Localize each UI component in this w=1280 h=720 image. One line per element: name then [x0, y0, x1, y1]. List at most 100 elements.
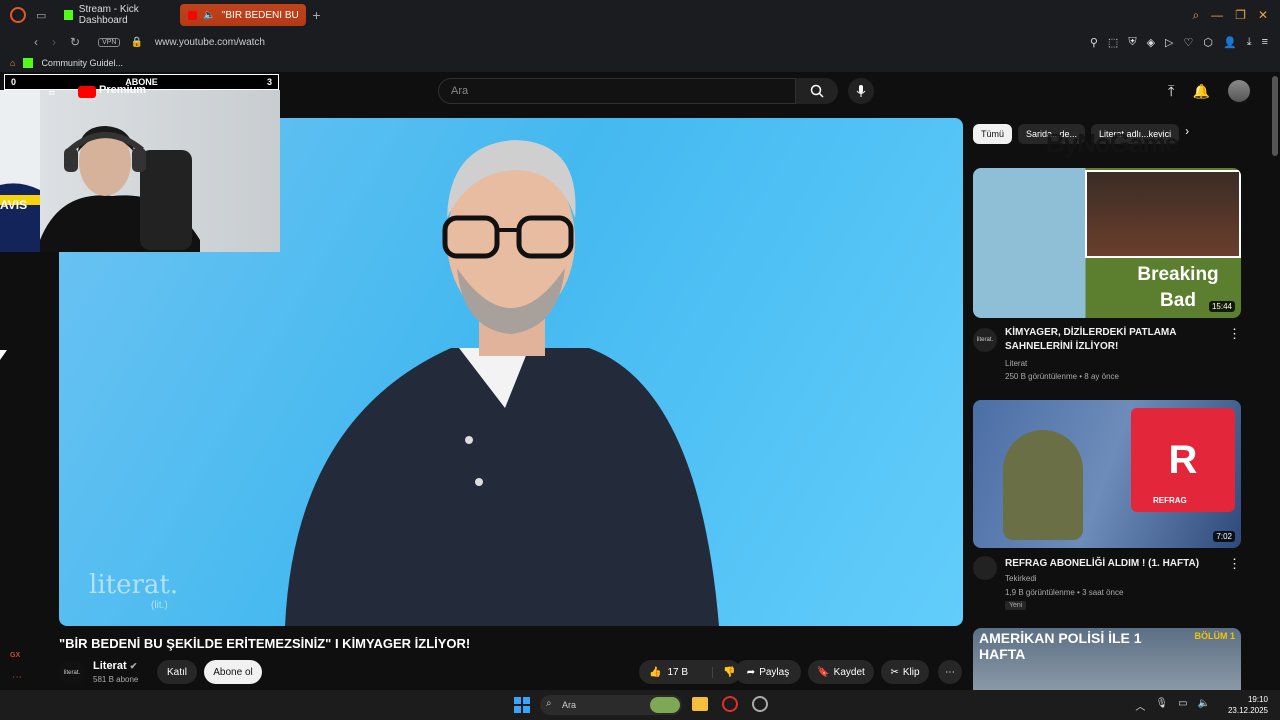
tab-kick-dashboard[interactable]: Stream - Kick Dashboard: [56, 4, 180, 26]
screen: ▭ Stream - Kick Dashboard 🔈 "BİR BEDENİ …: [0, 0, 1280, 720]
tab-youtube-video[interactable]: 🔈 "BİR BEDENİ BU ŞEKİ: [180, 4, 307, 26]
vpn-badge[interactable]: VPN: [98, 37, 121, 47]
chip-all[interactable]: Tümü: [973, 124, 1013, 144]
clock-time: 19:10: [1247, 695, 1268, 704]
sub-goal-current: 0: [11, 77, 17, 87]
youtube-icon: [188, 10, 198, 20]
profile-icon[interactable]: 👤: [1223, 36, 1237, 49]
save-button[interactable]: 🔖 Kaydet: [808, 660, 874, 684]
browser-tools: ⚲ ⬚ ⛨ ◈ ▷ ♡ ⬡ 👤 ⤓ ≡: [1090, 36, 1280, 49]
url-field[interactable]: www.youtube.com/watch: [155, 37, 265, 48]
opera-logo-icon[interactable]: [10, 7, 26, 23]
youtube-logo-icon[interactable]: [78, 86, 96, 98]
video-duration: 7:02: [1213, 531, 1235, 542]
video-thumbnail[interactable]: R REFRAG 7:02: [973, 400, 1241, 548]
pin-icon[interactable]: ⚲: [1090, 36, 1098, 49]
lock-icon: 🔒: [130, 36, 143, 48]
menu-icon[interactable]: ≡: [1262, 36, 1268, 49]
workspaces-icon[interactable]: ▭: [36, 9, 46, 22]
streamer-webcam: AVIS: [0, 90, 280, 252]
download-icon[interactable]: ⤓: [1247, 36, 1252, 49]
taskbar-search[interactable]: ⌕ Ara: [540, 695, 682, 715]
thumb-inset: [1085, 170, 1241, 258]
gx-icon[interactable]: GX: [10, 652, 20, 659]
item-menu-icon[interactable]: ⋮: [1228, 556, 1241, 572]
bookmark-folder-icon[interactable]: ⌂: [10, 58, 15, 68]
youtube-premium-label[interactable]: Premium: [99, 84, 146, 96]
verified-icon: ✔: [129, 661, 138, 671]
recommendation-item[interactable]: R REFRAG 7:02 REFRAG ABONELİĞİ ALDIM ! (…: [973, 400, 1241, 614]
maximize-button[interactable]: ❐: [1235, 8, 1246, 23]
join-button[interactable]: Katıl: [157, 660, 197, 684]
recommendation-title[interactable]: KİMYAGER, DİZİLERDEKİ PATLAMA SAHNELERİN…: [1005, 326, 1215, 354]
channel-name[interactable]: Literat ✔: [93, 660, 137, 672]
dislike-button[interactable]: 👎: [712, 666, 735, 678]
like-button[interactable]: 👍 17 B 👎: [639, 660, 741, 684]
opera-gx-taskbar-icon[interactable]: [752, 696, 768, 712]
header-actions: ⤒ 🔔: [1168, 80, 1250, 102]
recommendation-item[interactable]: Breaking Bad 15:44 literat. KİMYAGER, Dİ…: [973, 168, 1241, 388]
recommendation-title[interactable]: REFRAG ABONELİĞİ ALDIM ! (1. HAFTA): [1005, 557, 1215, 571]
sub-goal-target: 3: [266, 77, 272, 87]
channel-avatar[interactable]: literat.: [973, 328, 997, 352]
microphone-icon[interactable]: 🎙: [1155, 698, 1168, 713]
channel-subscribers: 581 B abone: [93, 675, 139, 684]
search-button[interactable]: [796, 78, 838, 104]
cube-icon[interactable]: ◈: [1147, 36, 1155, 49]
recommendation-item[interactable]: AMERİKAN POLİSİ İLE 1 HAFTA BÖLÜM 1: [973, 628, 1241, 690]
upload-icon[interactable]: ⤒: [1168, 83, 1175, 100]
taskbar-clock[interactable]: 19:10 23.12.2025: [1228, 694, 1268, 716]
minimize-button[interactable]: —: [1211, 8, 1223, 23]
file-explorer-icon[interactable]: [692, 697, 708, 711]
clip-button[interactable]: ✂ Klip: [881, 660, 929, 684]
voice-search-button[interactable]: [848, 78, 874, 104]
scissors-icon: ✂: [890, 666, 899, 678]
shield-icon[interactable]: ⛨: [1128, 36, 1136, 49]
new-badge: Yeni: [1005, 601, 1027, 610]
page-scrollbar[interactable]: [1272, 76, 1278, 156]
item-menu-icon[interactable]: ⋮: [1228, 326, 1241, 342]
notifications-bell-icon[interactable]: 🔔: [1193, 83, 1210, 100]
network-icon[interactable]: ▭: [1178, 698, 1187, 713]
account-avatar[interactable]: [1228, 80, 1250, 102]
subscribe-button[interactable]: Abone ol: [204, 660, 262, 684]
windows-taskbar: ⌕ Ara ︿ 🎙 ▭ 🔈 19:10 23.12.2025: [0, 690, 1280, 720]
video-thumbnail[interactable]: Breaking Bad 15:44: [973, 168, 1241, 318]
bookmarks-bar: ⌂ Community Guidel...: [0, 54, 1280, 72]
video-actions-row: literat. Literat ✔ 581 B abone Katıl Abo…: [59, 658, 963, 688]
channel-avatar[interactable]: literat.: [59, 660, 85, 686]
webcam-person: [0, 90, 200, 252]
system-tray: ︿ 🎙 ▭ 🔈: [1135, 698, 1210, 713]
reload-icon[interactable]: ↻: [70, 35, 80, 49]
chips-next-icon[interactable]: ›: [1185, 124, 1189, 144]
microphone-icon: [856, 85, 866, 97]
opera-taskbar-icon[interactable]: [722, 696, 738, 712]
back-icon[interactable]: ‹: [34, 35, 38, 49]
volume-icon[interactable]: 🔈: [1198, 698, 1210, 713]
nav-buttons: ‹ › ↻: [34, 35, 80, 49]
address-bar: ‹ › ↻ VPN 🔒 www.youtube.com/watch ⚲ ⬚ ⛨ …: [0, 30, 1280, 54]
heart-icon[interactable]: ♡: [1184, 36, 1194, 49]
share-button[interactable]: ➦ Paylaş: [735, 660, 801, 684]
start-icon[interactable]: [514, 697, 530, 713]
sidebar-more-icon[interactable]: ⋯: [12, 672, 22, 683]
extensions-icon[interactable]: ⬡: [1203, 36, 1213, 49]
recommendation-channel[interactable]: Literat: [1005, 359, 1027, 368]
youtube-menu-icon[interactable]: ≡: [48, 84, 56, 99]
tray-chevron-icon[interactable]: ︿: [1135, 698, 1145, 713]
speaker-icon[interactable]: 🔈: [203, 10, 215, 21]
forward-icon[interactable]: ›: [52, 35, 56, 49]
more-actions-button[interactable]: ⋯: [938, 660, 962, 684]
thumb-episode-badge: BÖLÜM 1: [1194, 631, 1236, 641]
search-tabs-icon[interactable]: ⌕: [1192, 8, 1199, 23]
new-tab-button[interactable]: +: [312, 7, 320, 23]
bookmark-community-guidelines[interactable]: Community Guidel...: [41, 58, 123, 68]
play-icon[interactable]: ▷: [1165, 36, 1173, 49]
search-input[interactable]: Ara: [438, 78, 796, 104]
video-thumbnail[interactable]: AMERİKAN POLİSİ İLE 1 HAFTA BÖLÜM 1: [973, 628, 1241, 690]
close-button[interactable]: ✕: [1258, 8, 1268, 23]
video-duration: 15:44: [1208, 301, 1235, 312]
channel-avatar[interactable]: [973, 556, 997, 580]
snapshot-icon[interactable]: ⬚: [1108, 36, 1118, 49]
recommendation-channel[interactable]: Tekirkedi: [1005, 574, 1037, 583]
